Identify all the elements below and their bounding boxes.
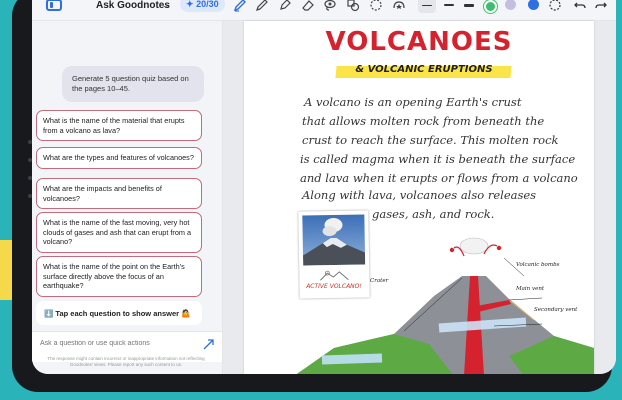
label-crater: Crater	[370, 278, 389, 284]
ask-goodnotes-title[interactable]: Ask Goodnotes	[96, 0, 170, 13]
ask-input[interactable]	[38, 339, 192, 348]
redo-icon[interactable]	[593, 0, 609, 13]
ai-disclaimer: The response might contain incorrect or …	[47, 356, 205, 367]
page-heading: VOLCANOES	[325, 27, 513, 57]
pen-icon[interactable]	[232, 0, 248, 13]
lasso-icon[interactable]	[322, 0, 338, 13]
stroke-medium-option[interactable]	[440, 0, 458, 13]
user-prompt-bubble: Generate 5 question quiz based on the pa…	[62, 66, 204, 102]
eraser-icon[interactable]	[300, 0, 316, 13]
quiz-question-4[interactable]: What is the name of the fast moving, ver…	[36, 212, 202, 253]
tablet-frame: Ask Goodnotes ⌄ ✦ 20/30 Generate 5 quest…	[12, 0, 616, 392]
handwritten-line-5: and lava when it erupts or flows from a …	[300, 171, 578, 185]
color-swatch-green[interactable]	[484, 0, 497, 13]
send-icon[interactable]	[203, 339, 214, 353]
shapes-icon[interactable]	[345, 0, 361, 13]
ai-sparkle-icon[interactable]	[391, 0, 407, 13]
quiz-question-3[interactable]: What are the impacts and benefits of vol…	[36, 178, 202, 209]
handwritten-line-1: A volcano is an opening Earth's crust	[304, 95, 522, 109]
notebook-page[interactable]: VOLCANOES & VOLCANIC ERUPTIONS A volcano…	[244, 21, 594, 374]
handwritten-line-2: that allows molten rock from beneath the	[302, 114, 545, 128]
label-secondary-vent: Secondary vent	[534, 307, 578, 313]
label-main-vent: Main vent	[516, 286, 545, 292]
volcano-diagram[interactable]	[294, 236, 594, 374]
label-volcanic-bombs: Volcanic bombs	[516, 262, 560, 268]
stroke-thin-option[interactable]	[418, 0, 436, 13]
app-screen: Ask Goodnotes ⌄ ✦ 20/30 Generate 5 quest…	[32, 0, 616, 374]
elements-icon[interactable]	[368, 0, 384, 13]
tap-hint: ⬇️ Tap each question to show answer 🤷	[36, 301, 202, 325]
stroke-thick-option[interactable]	[460, 0, 478, 13]
handwritten-line-4: is called magma when it is beneath the s…	[300, 152, 576, 166]
sidebar-toggle-icon[interactable]	[46, 0, 62, 11]
sparkle-icon: ✦	[186, 0, 194, 9]
quiz-question-1[interactable]: What is the name of the material that er…	[36, 110, 202, 141]
quota-badge: ✦ 20/30	[180, 0, 225, 12]
pencil-icon[interactable]	[254, 0, 270, 13]
color-swatch-blue[interactable]	[528, 0, 539, 10]
color-picker-icon[interactable]	[547, 0, 563, 13]
top-toolbar: Ask Goodnotes ⌄ ✦ 20/30	[32, 0, 616, 21]
quiz-question-5[interactable]: What is the name of the point on the Ear…	[36, 256, 202, 297]
quiz-question-2[interactable]: What are the types and features of volca…	[36, 147, 202, 169]
highlighter-icon[interactable]	[277, 0, 293, 13]
handwritten-line-6: Along with lava, volcanoes also releases	[302, 188, 537, 202]
quota-count: 20/30	[196, 0, 219, 9]
page-subheading: & VOLCANIC ERUPTIONS	[355, 64, 493, 75]
chevron-down-icon[interactable]: ⌄	[162, 0, 170, 13]
color-swatch-lavender[interactable]	[505, 0, 516, 10]
handwritten-line-7: gases, ash, and rock.	[372, 207, 495, 221]
undo-icon[interactable]	[572, 0, 588, 13]
handwritten-line-3: crust to reach the surface. This molten …	[302, 133, 559, 147]
ask-goodnotes-panel: Generate 5 question quiz based on the pa…	[32, 21, 223, 374]
